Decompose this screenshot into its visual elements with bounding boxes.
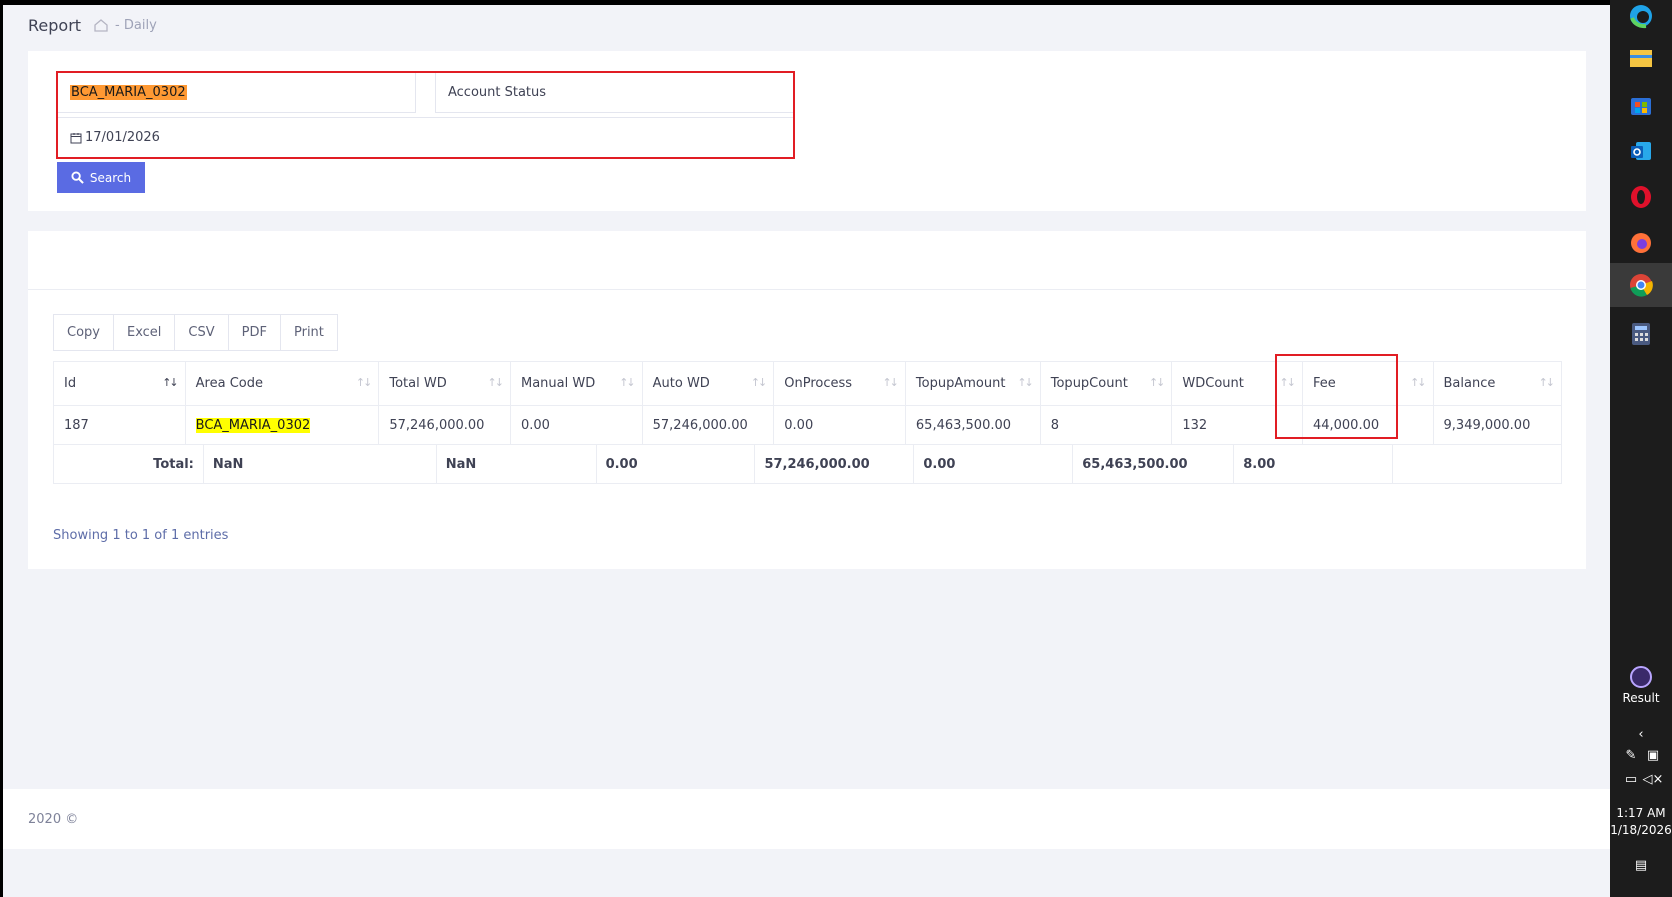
cell-id: 187 <box>53 405 186 445</box>
cell-manual-wd: 0.00 <box>509 405 643 445</box>
cell-onprocess: 0.00 <box>773 405 906 445</box>
column-header-balance[interactable]: Balance ↑↓ <box>1432 361 1563 406</box>
file-explorer-icon[interactable] <box>1625 42 1657 74</box>
cell-auto-wd: 57,246,000.00 <box>641 405 775 445</box>
csv-button[interactable]: CSV <box>175 315 229 350</box>
column-header-onprocess[interactable]: OnProcess ↑↓ <box>773 361 906 406</box>
total-value: 0.00 <box>913 444 1074 484</box>
breadcrumb[interactable]: - Daily <box>115 18 157 33</box>
area-code-value: BCA_MARIA_0302 <box>70 85 187 100</box>
column-header-id[interactable]: Id ↑↓ <box>53 361 186 406</box>
cell-area-code: BCA_MARIA_0302 <box>184 405 380 445</box>
sort-icon: ↑↓ <box>1017 376 1034 389</box>
card-divider <box>28 289 1586 290</box>
result-icon <box>1630 666 1652 688</box>
chevron-left-icon[interactable]: ‹ <box>1610 727 1672 742</box>
total-value: 0.00 <box>595 444 756 484</box>
app-window: Report - Daily BCA_MARIA_0302 Account St… <box>3 5 1610 897</box>
system-clock[interactable]: 1:17 AM 1/18/2026 <box>1610 805 1672 839</box>
outlook-icon[interactable] <box>1625 135 1657 167</box>
column-header-area-code[interactable]: Area Code ↑↓ <box>184 361 380 406</box>
cell-balance: 9,349,000.00 <box>1432 405 1563 445</box>
column-header-manual-wd[interactable]: Manual WD ↑↓ <box>509 361 643 406</box>
volume-muted-icon[interactable]: ◁× <box>1622 772 1672 787</box>
total-value: 8.00 <box>1233 444 1394 484</box>
search-button-label: Search <box>89 170 132 185</box>
store-icon[interactable] <box>1625 89 1657 121</box>
windows-taskbar: Result ‹ ✎ ▣ ▭ ◁× 1:17 AM 1/18/2026 ▤ <box>1610 0 1672 897</box>
filter-card: BCA_MARIA_0302 Account Status 17/01/2026… <box>28 51 1586 211</box>
account-status-select[interactable]: Account Status <box>435 73 793 113</box>
column-header-auto-wd[interactable]: Auto WD ↑↓ <box>641 361 775 406</box>
firefox-icon[interactable] <box>1625 227 1657 259</box>
totals-label: Total: <box>53 444 204 484</box>
date-input[interactable]: 17/01/2026 <box>58 117 793 157</box>
home-icon[interactable] <box>93 17 109 33</box>
footer-text: 2020 © <box>28 811 79 827</box>
result-label: Result <box>1622 691 1660 705</box>
sort-icon: ↑↓ <box>1410 376 1427 389</box>
cell-topup-count: 8 <box>1039 405 1173 445</box>
chrome-icon[interactable] <box>1610 263 1672 307</box>
total-value: 65,463,500.00 <box>1072 444 1235 484</box>
fee-highlight-box <box>1275 354 1398 439</box>
sort-icon: ↑↓ <box>1538 376 1556 389</box>
sort-icon: ↑↓ <box>750 376 768 389</box>
sort-icon: ↑↓ <box>487 376 505 389</box>
area-code-input[interactable]: BCA_MARIA_0302 <box>58 73 416 113</box>
print-button[interactable]: Print <box>280 315 337 350</box>
total-value <box>1392 444 1562 484</box>
sort-icon: ↑↓ <box>1148 376 1166 389</box>
clock-time: 1:17 AM <box>1616 806 1666 820</box>
column-header-total-wd[interactable]: Total WD ↑↓ <box>378 361 511 406</box>
export-button-group: Copy Excel CSV PDF Print <box>53 314 338 351</box>
totals-table: Total: NaN NaN 0.00 57,246,000.00 0.00 6… <box>53 444 1562 484</box>
edge-icon[interactable] <box>1625 0 1657 32</box>
cell-topup-amount: 65,463,500.00 <box>904 405 1041 445</box>
table-info: Showing 1 to 1 of 1 entries <box>53 528 229 543</box>
cell-total-wd: 57,246,000.00 <box>378 405 511 445</box>
total-value: NaN <box>202 444 437 484</box>
search-button[interactable]: Search <box>57 162 145 193</box>
page-header: Report - Daily <box>3 5 1610 45</box>
column-header-topup-amount[interactable]: TopupAmount ↑↓ <box>904 361 1041 406</box>
column-header-topup-count[interactable]: TopupCount ↑↓ <box>1039 361 1173 406</box>
total-value: 57,246,000.00 <box>754 444 915 484</box>
page-footer: 2020 © <box>3 789 1610 849</box>
calendar-icon <box>70 132 82 143</box>
search-icon <box>71 171 84 184</box>
excel-button[interactable]: Excel <box>113 315 176 350</box>
page-title: Report <box>28 15 82 35</box>
filter-highlight-box: BCA_MARIA_0302 Account Status 17/01/2026 <box>56 71 795 159</box>
notification-icon[interactable]: ▤ <box>1610 858 1672 873</box>
account-status-placeholder: Account Status <box>448 85 547 100</box>
calculator-icon[interactable] <box>1625 318 1657 350</box>
sort-icon: ↑↓ <box>162 376 179 389</box>
camera-icon[interactable]: ▣ <box>1622 748 1672 763</box>
date-value: 17/01/2026 <box>85 130 160 145</box>
sort-icon: ↑↓ <box>355 376 373 389</box>
total-value: NaN <box>435 444 597 484</box>
sort-icon: ↑↓ <box>882 376 899 389</box>
sort-icon: ↑↓ <box>619 376 636 389</box>
opera-icon[interactable] <box>1625 181 1657 213</box>
totals-row: Total: NaN NaN 0.00 57,246,000.00 0.00 6… <box>53 444 1562 484</box>
clock-date: 1/18/2026 <box>1610 823 1672 837</box>
pdf-button[interactable]: PDF <box>228 315 281 350</box>
copy-button[interactable]: Copy <box>54 315 114 350</box>
result-widget[interactable]: Result <box>1610 666 1672 705</box>
